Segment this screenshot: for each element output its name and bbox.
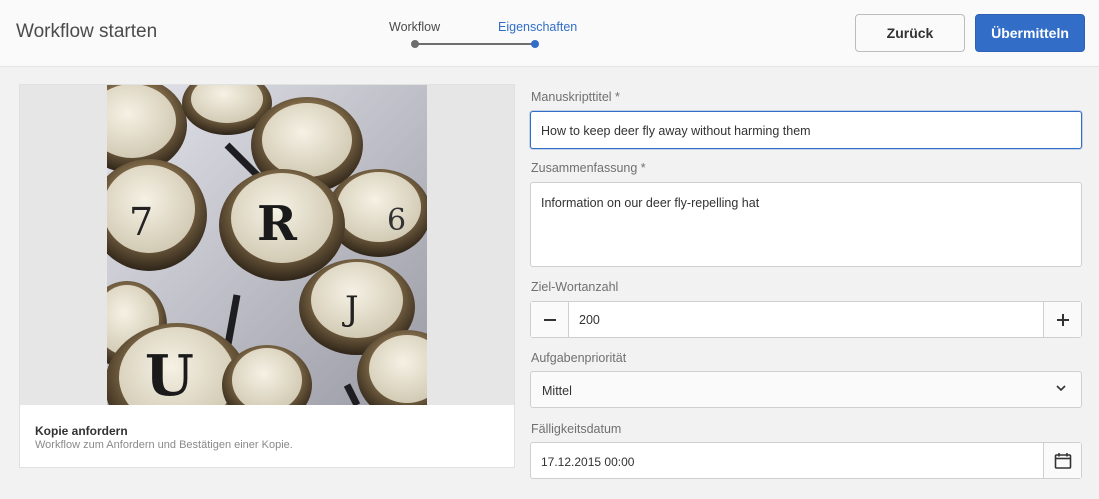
- header: Workflow starten Workflow Eigenschaften …: [0, 0, 1099, 67]
- svg-text:U: U: [145, 343, 194, 405]
- summary-textarea[interactable]: Information on our deer fly-repelling ha…: [530, 182, 1082, 267]
- card-image-area: 7 6 R J U: [20, 85, 514, 405]
- chevron-down-icon: [1056, 385, 1066, 392]
- page-title: Workflow starten: [16, 21, 158, 42]
- plus-icon: [1056, 313, 1069, 326]
- step-workflow-dot: [411, 40, 419, 48]
- manuscript-title-input[interactable]: How to keep deer fly away without harmin…: [530, 111, 1082, 149]
- step-properties[interactable]: Eigenschaften: [498, 20, 577, 34]
- calendar-button[interactable]: [1043, 443, 1081, 478]
- back-button[interactable]: Zurück: [855, 14, 965, 52]
- card-title: Kopie anfordern: [35, 424, 128, 438]
- typewriter-keys-image: 7 6 R J U: [107, 85, 427, 405]
- due-date-field[interactable]: 17.12.2015 00:00: [530, 442, 1082, 479]
- priority-value: Mittel: [542, 384, 572, 398]
- word-count-stepper: 200: [530, 301, 1082, 338]
- manuscript-title-value: How to keep deer fly away without harmin…: [541, 124, 811, 138]
- calendar-icon: [1054, 452, 1071, 469]
- step-properties-dot: [531, 40, 539, 48]
- step-connector: [415, 43, 535, 45]
- workflow-card[interactable]: 7 6 R J U Kopie anfordern Workflow zum A…: [19, 84, 515, 468]
- manuscript-title-label: Manuskripttitel *: [531, 90, 620, 104]
- priority-select[interactable]: Mittel: [530, 371, 1082, 408]
- summary-label: Zusammenfassung *: [531, 161, 646, 175]
- word-count-value[interactable]: 200: [579, 313, 600, 327]
- minus-icon: [543, 318, 556, 321]
- priority-label: Aufgabenpriorität: [531, 351, 627, 365]
- card-description: Workflow zum Anfordern und Bestätigen ei…: [35, 439, 293, 451]
- svg-text:7: 7: [129, 200, 153, 244]
- due-date-value[interactable]: 17.12.2015 00:00: [541, 455, 634, 469]
- wizard-steps: Workflow Eigenschaften: [380, 18, 590, 52]
- svg-text:R: R: [257, 196, 298, 252]
- svg-text:6: 6: [387, 203, 406, 238]
- summary-value: Information on our deer fly-repelling ha…: [541, 196, 760, 210]
- decrement-button[interactable]: [531, 302, 569, 337]
- submit-button[interactable]: Übermitteln: [975, 14, 1085, 52]
- due-date-label: Fälligkeitsdatum: [531, 422, 622, 436]
- word-count-label: Ziel-Wortanzahl: [531, 280, 619, 294]
- svg-text:J: J: [342, 289, 359, 329]
- step-workflow[interactable]: Workflow: [389, 20, 440, 34]
- increment-button[interactable]: [1043, 302, 1081, 337]
